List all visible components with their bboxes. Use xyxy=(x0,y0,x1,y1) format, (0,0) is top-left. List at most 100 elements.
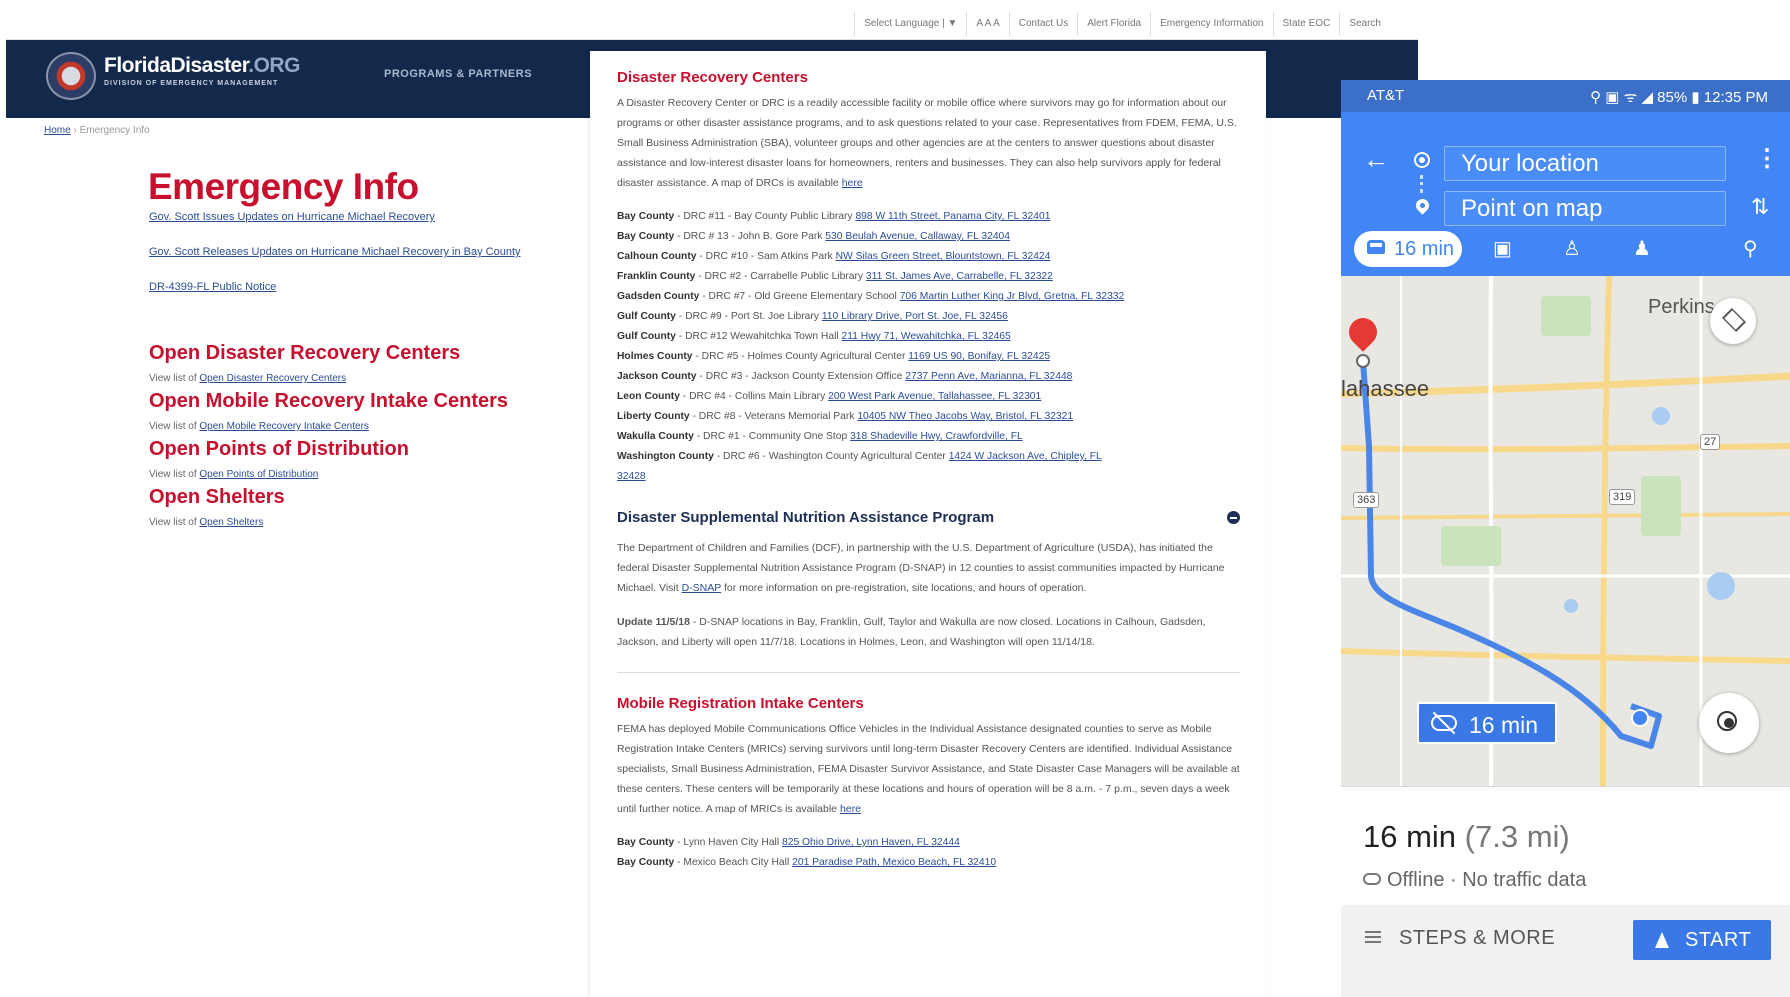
address-link[interactable]: 10405 NW Theo Jacobs Way, Bristol, FL 32… xyxy=(857,411,1073,422)
heading-open-mric: Open Mobile Recovery Intake Centers xyxy=(149,390,509,412)
origin-field[interactable]: Your location xyxy=(1444,146,1726,181)
update-link[interactable]: Gov. Scott Releases Updates on Hurricane… xyxy=(149,246,521,258)
destination-field[interactable]: Point on map xyxy=(1444,191,1726,226)
address-link[interactable]: 318 Shadeville Hwy, Crawfordville, FL xyxy=(850,431,1023,442)
list-item: Leon County - DRC #4 - Collins Main Libr… xyxy=(617,387,1240,407)
center-detail: - DRC #2 - Carrabelle Public Library xyxy=(695,271,866,282)
phone-maps-screen: AT&T ⚲ ▣ ᯤ ◢ 85% ▮ 12:35 PM ← Your locat… xyxy=(1341,80,1790,997)
breadcrumb-home[interactable]: Home xyxy=(44,125,71,136)
address-link[interactable]: 1424 W Jackson Ave, Chipley, FL xyxy=(949,451,1102,462)
link-open-shelters[interactable]: Open Shelters xyxy=(199,517,263,528)
dsnap-link[interactable]: D-SNAP xyxy=(682,582,721,594)
list-item: Holmes County - DRC #5 - Holmes County A… xyxy=(617,347,1240,367)
my-location-icon[interactable] xyxy=(1699,693,1759,753)
county-name: Gulf County xyxy=(617,331,676,342)
route-shield: 363 xyxy=(1353,492,1380,508)
transit-icon[interactable]: ▣ xyxy=(1493,237,1512,261)
directions-header: ← Your location Point on map ⋮ ⇅ 16 min … xyxy=(1341,112,1790,276)
center-detail: - DRC #1 - Community One Stop xyxy=(693,431,851,442)
route-shield: 27 xyxy=(1700,434,1721,450)
county-name: Bay County xyxy=(617,837,675,848)
florida-seal-logo[interactable] xyxy=(46,52,96,100)
link-open-drc[interactable]: Open Disaster Recovery Centers xyxy=(199,373,346,384)
center-detail: - Mexico Beach City Hall xyxy=(674,857,793,868)
page-title: Emergency Info xyxy=(148,166,419,207)
address-link[interactable]: 898 W 11th Street, Panama City, FL 32401 xyxy=(855,211,1050,222)
view-list-shelters: View list of Open Shelters xyxy=(149,517,263,528)
utility-link[interactable]: A A A xyxy=(966,12,1008,36)
address-link[interactable]: 2737 Penn Ave, Marianna, FL 32448 xyxy=(905,371,1072,382)
walking-icon[interactable]: ♙ xyxy=(1563,237,1581,261)
route-shield: 319 xyxy=(1609,489,1636,505)
layers-icon[interactable] xyxy=(1710,298,1756,344)
swap-direction-icon[interactable]: ⇅ xyxy=(1751,194,1769,220)
drc-intro-text: A Disaster Recovery Center or DRC is a r… xyxy=(617,97,1237,189)
brand-name: FloridaDisaster xyxy=(104,54,249,77)
more-options-icon[interactable]: ⋮ xyxy=(1755,146,1779,172)
ride-icon[interactable]: ♟ xyxy=(1633,237,1651,261)
list-item: Bay County - DRC #11 - Bay County Public… xyxy=(617,207,1240,227)
link-open-mric[interactable]: Open Mobile Recovery Intake Centers xyxy=(199,421,369,432)
utility-link[interactable]: Emergency Information xyxy=(1150,12,1272,36)
update-link[interactable]: DR-4399-FL Public Notice xyxy=(149,281,276,293)
utility-link[interactable]: Alert Florida xyxy=(1077,12,1150,36)
address-link[interactable]: 706 Martin Luther King Jr Blvd, Gretna, … xyxy=(900,291,1125,302)
address-link[interactable]: 825 Ohio Drive, Lynn Haven, FL 32444 xyxy=(782,837,960,848)
county-name: Wakulla County xyxy=(617,431,694,442)
route-time-bubble[interactable]: 16 min xyxy=(1417,702,1557,744)
update-link[interactable]: Gov. Scott Issues Updates on Hurricane M… xyxy=(149,211,435,223)
address-link[interactable]: 1169 US 90, Bonifay, FL 32425 xyxy=(908,351,1050,362)
steps-more-button[interactable]: STEPS & MORE xyxy=(1365,927,1555,950)
address-link[interactable]: 110 Library Drive, Port St. Joe, FL 3245… xyxy=(822,311,1008,322)
county-name: Calhoun County xyxy=(617,251,697,262)
list-item: Jackson County - DRC #3 - Jackson County… xyxy=(617,367,1240,387)
list-item: Washington County - DRC #6 - Washington … xyxy=(617,447,1240,467)
mode-driving-tab[interactable]: 16 min xyxy=(1354,231,1462,267)
traffic-status-text: Offline · No traffic data xyxy=(1387,869,1587,891)
utility-link[interactable]: State EOC xyxy=(1272,12,1340,36)
heading-open-pod: Open Points of Distribution xyxy=(149,438,409,460)
nav-programs-partners[interactable]: PROGRAMS & PARTNERS xyxy=(384,68,532,80)
view-list-mric: View list of Open Mobile Recovery Intake… xyxy=(149,421,369,432)
mric-intro: FEMA has deployed Mobile Communications … xyxy=(617,719,1240,819)
mric-map-link[interactable]: here xyxy=(840,803,861,815)
drc-intro: A Disaster Recovery Center or DRC is a r… xyxy=(617,93,1240,193)
address-link[interactable]: 211 Hwy 71, Wewahitchka, FL 32465 xyxy=(842,331,1011,342)
county-name: Holmes County xyxy=(617,351,693,362)
back-arrow-icon[interactable]: ← xyxy=(1363,146,1389,172)
center-detail: - DRC #4 - Collins Main Library xyxy=(679,391,829,402)
link-open-pod[interactable]: Open Points of Distribution xyxy=(199,469,318,480)
address-link[interactable]: 311 St. James Ave, Carrabelle, FL 32322 xyxy=(866,271,1053,282)
center-detail: - DRC #8 - Veterans Memorial Park xyxy=(689,411,858,422)
utility-link[interactable]: Contact Us xyxy=(1008,12,1077,36)
utility-link[interactable]: Select Language | ▼ xyxy=(854,12,966,36)
directions-bottom-sheet: 16 min (7.3 mi) Offline · No traffic dat… xyxy=(1341,786,1790,997)
site-brand[interactable]: FloridaDisaster.ORG xyxy=(104,54,300,78)
snap-header[interactable]: Disaster Supplemental Nutrition Assistan… xyxy=(617,509,1240,526)
route-connector-icon xyxy=(1420,175,1423,193)
drc-list: Bay County - DRC #11 - Bay County Public… xyxy=(617,207,1240,467)
list-item: Liberty County - DRC #8 - Veterans Memor… xyxy=(617,407,1240,427)
county-name: Leon County xyxy=(617,391,680,402)
list-item: Franklin County - DRC #2 - Carrabelle Pu… xyxy=(617,267,1240,287)
utility-links: Select Language | ▼ A A A Contact Us Alert … xyxy=(854,12,1390,36)
article-page: Disaster Recovery Centers A Disaster Rec… xyxy=(590,51,1266,997)
utility-link[interactable]: Search xyxy=(1339,12,1390,36)
map-label-perkins: Perkins xyxy=(1648,296,1715,318)
drc-zip-link[interactable]: 32428 xyxy=(617,471,646,482)
mric-list: Bay County - Lynn Haven City Hall 825 Oh… xyxy=(617,833,1240,873)
drc-map-link[interactable]: here xyxy=(842,177,863,189)
center-detail: - DRC #10 - Sam Atkins Park xyxy=(696,251,836,262)
collapse-icon[interactable] xyxy=(1227,511,1240,524)
travel-mode-row: 16 min ▣ ♙ ♟ ⚲ xyxy=(1341,227,1790,271)
address-link[interactable]: 201 Paradise Path, Mexico Beach, FL 3241… xyxy=(792,857,996,868)
address-link[interactable]: NW Silas Green Street, Blountstown, FL 3… xyxy=(836,251,1051,262)
address-link[interactable]: 530 Beulah Avenue, Callaway, FL 32404 xyxy=(825,231,1010,242)
address-link[interactable]: 200 West Park Avenue, Tallahassee, FL 32… xyxy=(828,391,1041,402)
current-location-icon xyxy=(1631,709,1649,727)
traffic-status: Offline · No traffic data xyxy=(1363,869,1586,892)
start-navigation-button[interactable]: START xyxy=(1633,920,1771,960)
county-name: Liberty County xyxy=(617,411,690,422)
map-view[interactable]: Perkins lahassee 27 363 319 16 min xyxy=(1341,276,1790,786)
cycling-icon[interactable]: ⚲ xyxy=(1743,237,1758,261)
